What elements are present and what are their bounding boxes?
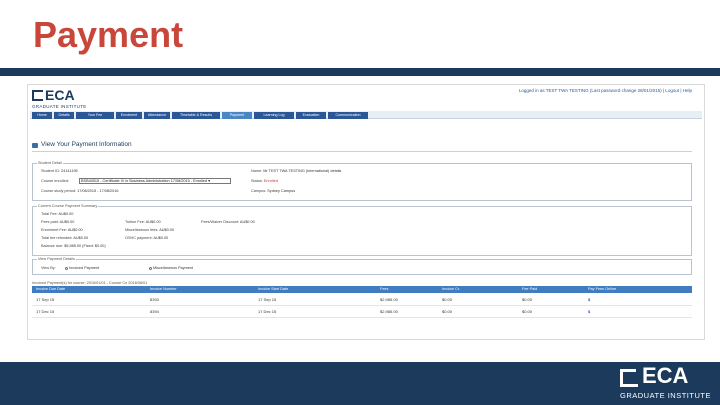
tab-enrolment[interactable]: Enrolment: [116, 112, 142, 119]
student-detail-legend: Student Detail: [37, 161, 63, 165]
footer-band: ECA GRADUATE INSTITUTE: [0, 362, 720, 405]
cell-invoice-cr: $0.00: [442, 309, 453, 314]
cell-due-date: 17 Dec 15: [36, 309, 55, 314]
enrol-fee-value: AU$0.00: [67, 228, 83, 232]
cell-invoice-number: 8394: [150, 309, 159, 314]
invoice-table-title: Invoiced Payment(s) for course: 2015/01/…: [32, 281, 148, 285]
pay-online-link[interactable]: $: [588, 309, 590, 314]
payment-info-icon: [32, 143, 38, 148]
cell-fee-paid: $0.00: [522, 297, 533, 302]
eca-logo-icon: [32, 90, 43, 101]
tab-timetable-results[interactable]: Timetable & Results: [172, 112, 220, 119]
invoice-table-header: Invoice Due Date Invoice Number Invoice …: [32, 286, 692, 293]
footer-logo-subtitle: GRADUATE INSTITUTE: [620, 391, 711, 400]
course-select-value: BSB40515 - Certificate IV in Business Ad…: [81, 179, 207, 183]
status-value: Enrolled: [263, 179, 278, 183]
course-payment-legend: Current Course Payment Summary: [37, 204, 99, 208]
tab-attendance[interactable]: Attendance: [144, 112, 170, 119]
cell-fees: $2,985.00: [380, 309, 398, 314]
course-period-value: 17/08/2015 - 17/08/2016: [77, 189, 119, 193]
course-enrolled-label: Course enrolled:: [41, 179, 69, 183]
tab-communication[interactable]: Communication: [328, 112, 368, 119]
user-status-line[interactable]: Logged in as TEST TWA TESTING (Last pass…: [519, 88, 692, 93]
fee-waiver-label: Fees/Waiver Discount:: [201, 220, 240, 224]
status-label: Status:: [251, 179, 263, 183]
footer-logo: ECA GRADUATE INSTITUTE: [620, 363, 714, 402]
course-payment-summary-panel: Current Course Payment Summary Total Fee…: [32, 204, 692, 256]
table-row: 17 Sep 15 8393 17 Sep 15 $2,985.00 $0.00…: [32, 294, 692, 306]
app-logo-subtitle: GRADUATE INSTITUTE: [32, 104, 87, 109]
total-fee-label: Total Fee:: [41, 212, 58, 216]
app-logo[interactable]: ECA GRADUATE INSTITUTE: [32, 87, 102, 112]
app-screenshot: ECA GRADUATE INSTITUTE Logged in as TEST…: [27, 84, 705, 340]
view-payment-legend: View Payment Details: [37, 257, 76, 261]
misc-option-label: Miscellaneous Payment: [153, 266, 194, 270]
misc-payment-option[interactable]: Miscellaneous Payment: [149, 266, 193, 270]
header-divider: [32, 151, 692, 152]
cell-invoice-number: 8393: [150, 297, 159, 302]
student-id-label: Student ID:: [41, 169, 60, 173]
refund-value: AU$0.00: [73, 236, 89, 240]
fee-waiver-value: AU$0.00: [239, 220, 255, 224]
misc-radio[interactable]: [149, 266, 152, 270]
campus-label: Campus:: [251, 189, 267, 193]
tab-details[interactable]: Details: [54, 112, 74, 119]
tab-payment[interactable]: Payment: [222, 112, 252, 119]
fees-paid-value: AU$0.00: [59, 220, 75, 224]
cell-fees: $2,985.00: [380, 297, 398, 302]
col-invoice-cr[interactable]: Invoice Cr.: [442, 287, 460, 291]
tab-learning-log[interactable]: Learning Log: [254, 112, 294, 119]
oshc-value: AU$0.00: [153, 236, 169, 240]
eca-logo-icon: [620, 369, 640, 387]
student-id-value: 24141195: [61, 169, 78, 173]
misc-fees-label: Miscellaneous fees:: [125, 228, 159, 232]
tuition-fee-label: Tuition Fee:: [125, 220, 145, 224]
tab-your-fee[interactable]: Your Fee: [76, 112, 114, 119]
invoiced-payment-option[interactable]: Invoiced Payment: [65, 266, 99, 270]
col-start-date[interactable]: Invoice Start Date: [258, 287, 288, 291]
total-fee-value: AU$0.00: [58, 212, 74, 216]
col-invoice-number[interactable]: Invoice Number: [150, 287, 177, 291]
chevron-down-icon: ▾: [208, 179, 210, 183]
app-logo-text: ECA: [45, 87, 75, 103]
campus-value: Sydney Campus: [267, 189, 296, 193]
col-fees[interactable]: Fees: [380, 287, 388, 291]
cell-invoice-cr: $0.00: [442, 297, 453, 302]
oshc-label: OSHC payment:: [125, 236, 153, 240]
slide-title: Payment: [33, 14, 184, 55]
name-label: Name:: [251, 169, 263, 173]
enrol-fee-label: Enrolment Fee:: [41, 228, 67, 232]
title-divider: [0, 68, 720, 76]
table-row: 17 Dec 15 8394 17 Dec 15 $2,985.00 $0.00…: [32, 306, 692, 318]
student-detail-panel: Student Detail Student ID: 24141195 Cour…: [32, 161, 692, 201]
cell-fee-paid: $0.00: [522, 309, 533, 314]
view-by-label: View By:: [41, 266, 56, 270]
name-value: Mr TEST TWA TESTING (International) deta…: [263, 169, 342, 173]
main-nav: Home Details Your Fee Enrolment Attendan…: [30, 111, 702, 119]
invoiced-option-label: Invoiced Payment: [69, 266, 100, 270]
refund-label: Total fee refunded:: [41, 236, 73, 240]
col-fee-paid[interactable]: Fee Paid: [522, 287, 537, 291]
course-period-label: Course study period:: [41, 189, 77, 193]
invoiced-radio[interactable]: [65, 266, 68, 270]
cell-start-date: 17 Dec 15: [258, 309, 277, 314]
tab-evaluation[interactable]: Evaluation: [296, 112, 326, 119]
page-title: View Your Payment Information: [41, 141, 132, 148]
balance-label: Balance due:: [41, 244, 64, 248]
footer-logo-text: ECA: [642, 363, 689, 388]
col-due-date[interactable]: Invoice Due Date: [36, 287, 65, 291]
tuition-fee-value: AU$0.00: [145, 220, 161, 224]
balance-value: $5,985.00 (Fixed: $0.00): [64, 244, 106, 248]
tab-home[interactable]: Home: [32, 112, 52, 119]
course-select[interactable]: BSB40515 - Certificate IV in Business Ad…: [79, 178, 231, 184]
cell-start-date: 17 Sep 15: [258, 297, 277, 302]
page-header: View Your Payment Information: [32, 141, 332, 151]
pay-online-link[interactable]: $: [588, 297, 590, 302]
col-pay-online[interactable]: Pay Fees Online: [588, 287, 616, 291]
view-payment-panel: View Payment Details View By: Invoiced P…: [32, 257, 692, 275]
cell-due-date: 17 Sep 15: [36, 297, 55, 302]
fees-paid-label: Fees paid:: [41, 220, 59, 224]
misc-fees-value: AU$0.00: [159, 228, 174, 232]
